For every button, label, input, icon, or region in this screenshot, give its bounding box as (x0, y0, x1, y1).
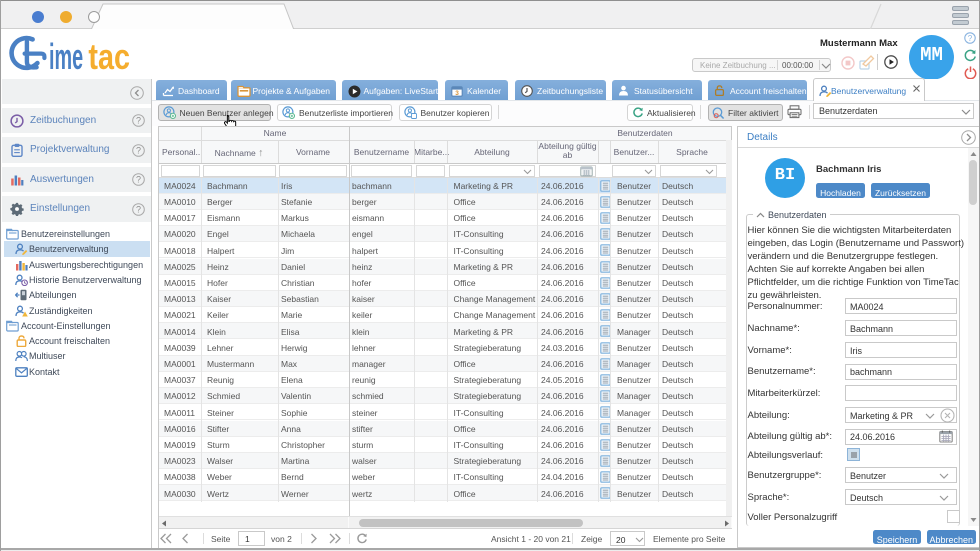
svg-text:?: ? (968, 34, 973, 43)
svg-text:?: ? (136, 145, 141, 155)
svg-text:3: 3 (455, 89, 459, 96)
svg-text:?: ? (136, 204, 141, 214)
svg-text:tac: tac (88, 36, 130, 77)
svg-text:?: ? (136, 175, 141, 185)
svg-text:?: ? (136, 116, 141, 126)
svg-text:ime: ime (49, 38, 83, 77)
